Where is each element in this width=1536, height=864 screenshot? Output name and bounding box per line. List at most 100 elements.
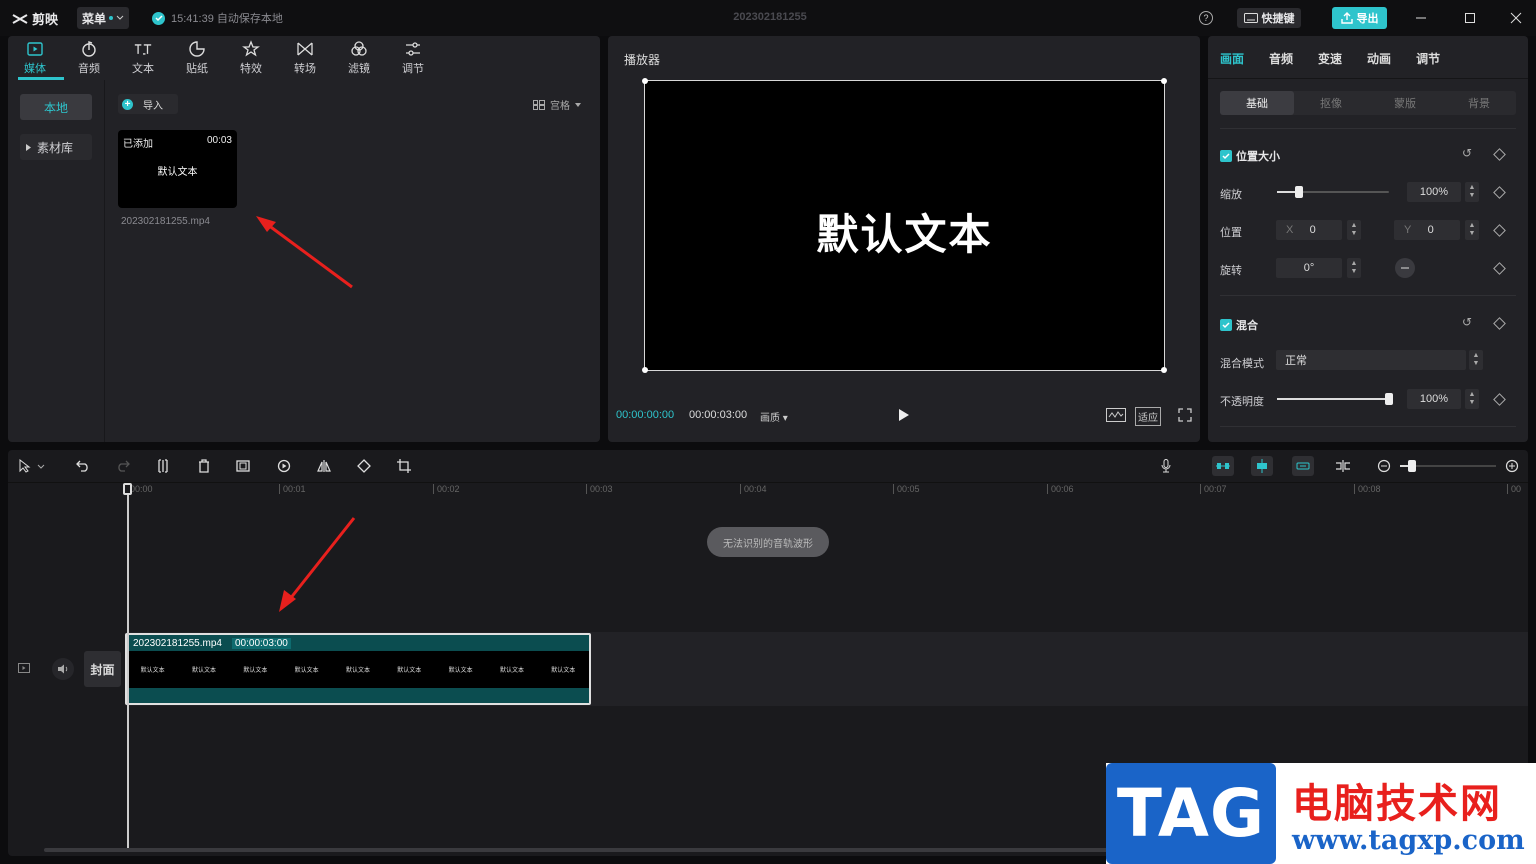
track-volume-icon[interactable]: [52, 658, 74, 680]
maximize-icon[interactable]: [1462, 10, 1478, 26]
keyframe-icon[interactable]: [1493, 262, 1506, 275]
play-button[interactable]: [898, 408, 910, 422]
scale-slider[interactable]: [1277, 186, 1389, 198]
keyframe-icon[interactable]: [1493, 317, 1506, 330]
tab-audio[interactable]: 音频: [62, 36, 116, 80]
scale-stepper[interactable]: ▲ ▼: [1465, 182, 1479, 202]
opacity-slider-fill: [1277, 398, 1389, 400]
position-label: 位置: [1220, 227, 1242, 239]
freeze-icon[interactable]: [232, 456, 254, 476]
zoom-slider[interactable]: [1400, 460, 1496, 472]
playhead[interactable]: [127, 484, 129, 850]
fullscreen-icon[interactable]: [1178, 408, 1192, 422]
split-icon[interactable]: [152, 456, 174, 476]
microphone-icon[interactable]: [1155, 456, 1177, 476]
resize-handle[interactable]: [642, 367, 648, 373]
resize-handle[interactable]: [1161, 367, 1167, 373]
fit-button[interactable]: 适应: [1135, 407, 1161, 426]
checkbox-icon[interactable]: [1220, 150, 1232, 162]
import-button[interactable]: + 导入: [118, 94, 178, 114]
tab-inspector-audio[interactable]: 音频: [1269, 50, 1293, 67]
clip-frame: 默认文本: [551, 668, 576, 674]
tab-media[interactable]: 媒体: [8, 36, 62, 80]
waveform-icon[interactable]: [1106, 408, 1126, 422]
blend-mode-select[interactable]: 正常: [1276, 350, 1466, 370]
keyframe-icon[interactable]: [1493, 148, 1506, 161]
resize-handle[interactable]: [642, 78, 648, 84]
preview-axis-icon[interactable]: [1332, 456, 1354, 476]
undo-icon[interactable]: [72, 456, 94, 476]
tab-sticker[interactable]: 贴纸: [170, 36, 224, 80]
tab-adjust-label: 调节: [402, 63, 424, 75]
auto-snap-icon[interactable]: [1251, 456, 1273, 476]
scale-slider-knob[interactable]: [1295, 186, 1304, 198]
cover-button[interactable]: 封面: [84, 651, 121, 687]
view-toggle[interactable]: 宫格: [533, 97, 581, 112]
delete-icon[interactable]: [193, 456, 215, 476]
mirror-icon[interactable]: [313, 456, 335, 476]
track-video-icon[interactable]: [18, 663, 30, 673]
rotate-stepper[interactable]: ▲ ▼: [1347, 258, 1361, 278]
keyboard-icon: [1243, 13, 1258, 23]
preview-canvas[interactable]: 默认文本: [642, 78, 1167, 373]
reset-icon[interactable]: ↺: [1462, 146, 1472, 160]
help-icon[interactable]: ?: [1199, 11, 1213, 25]
export-button[interactable]: 导出: [1332, 7, 1387, 29]
resize-handle[interactable]: [1161, 78, 1167, 84]
quality-dropdown[interactable]: 画质 ▾: [760, 409, 788, 424]
sidebar-item-library[interactable]: 素材库: [20, 134, 92, 160]
redo-icon[interactable]: [112, 456, 134, 476]
position-x-stepper[interactable]: ▲ ▼: [1347, 220, 1361, 240]
subtab-cutout[interactable]: 抠像: [1294, 91, 1368, 115]
time-ruler[interactable]: 00:00 00:01 00:02 00:03 00:04 00:05 00:0…: [126, 484, 1528, 496]
scale-input[interactable]: 100%: [1407, 182, 1461, 202]
subtab-background[interactable]: 背景: [1442, 91, 1516, 115]
main-track-magnet-icon[interactable]: [1212, 456, 1234, 476]
reset-icon[interactable]: ↺: [1462, 315, 1472, 329]
keyframe-icon[interactable]: [1493, 224, 1506, 237]
position-x-input[interactable]: X0: [1276, 220, 1342, 240]
opacity-slider[interactable]: [1277, 393, 1393, 405]
media-thumbnail[interactable]: 已添加 00:03 默认文本: [118, 130, 237, 208]
select-tool-button[interactable]: [12, 456, 52, 476]
tab-inspector-adjust[interactable]: 调节: [1416, 50, 1440, 67]
zoom-in-icon[interactable]: [1501, 456, 1523, 476]
keyframe-icon[interactable]: [1493, 393, 1506, 406]
shortcut-button[interactable]: 快捷键: [1237, 8, 1301, 28]
blend-header[interactable]: 混合: [1220, 317, 1258, 333]
position-y-input[interactable]: Y0: [1394, 220, 1460, 240]
tab-speed[interactable]: 变速: [1318, 50, 1342, 67]
tab-picture[interactable]: 画面: [1220, 50, 1244, 67]
opacity-slider-knob[interactable]: [1385, 393, 1393, 405]
menu-button[interactable]: 菜单: [77, 7, 129, 29]
zoom-slider-knob[interactable]: [1408, 460, 1416, 472]
tab-adjust[interactable]: 调节: [386, 36, 440, 80]
sidebar-item-local[interactable]: 本地: [20, 94, 92, 120]
tab-animation[interactable]: 动画: [1367, 50, 1391, 67]
subtab-basic[interactable]: 基础: [1220, 91, 1294, 115]
tab-text[interactable]: 文本: [116, 36, 170, 80]
minimize-icon[interactable]: [1413, 10, 1429, 26]
rotate-icon[interactable]: [353, 456, 375, 476]
playhead-handle[interactable]: [123, 483, 132, 495]
rotate-dial-icon[interactable]: [1395, 258, 1415, 278]
checkbox-icon[interactable]: [1220, 319, 1232, 331]
crop-icon[interactable]: [393, 456, 415, 476]
video-clip[interactable]: 202302181255.mp4 00:00:03:00 默认文本 默认文本 默…: [125, 633, 591, 705]
position-y-stepper[interactable]: ▲ ▼: [1465, 220, 1479, 240]
tab-transition[interactable]: 转场: [278, 36, 332, 80]
close-icon[interactable]: [1508, 10, 1524, 26]
zoom-out-icon[interactable]: [1373, 456, 1395, 476]
tab-filter[interactable]: 滤镜: [332, 36, 386, 80]
tab-effects[interactable]: 特效: [224, 36, 278, 80]
subtab-mask[interactable]: 蒙版: [1368, 91, 1442, 115]
clip-frame: 默认文本: [294, 668, 319, 674]
opacity-stepper[interactable]: ▲ ▼: [1465, 389, 1479, 409]
keyframe-icon[interactable]: [1493, 186, 1506, 199]
opacity-input[interactable]: 100%: [1407, 389, 1461, 409]
reverse-icon[interactable]: [273, 456, 295, 476]
rotate-input[interactable]: 0°: [1276, 258, 1342, 278]
blend-mode-stepper[interactable]: ▲ ▼: [1469, 350, 1483, 370]
linkage-icon[interactable]: [1292, 456, 1314, 476]
position-size-header[interactable]: 位置大小: [1220, 148, 1280, 164]
